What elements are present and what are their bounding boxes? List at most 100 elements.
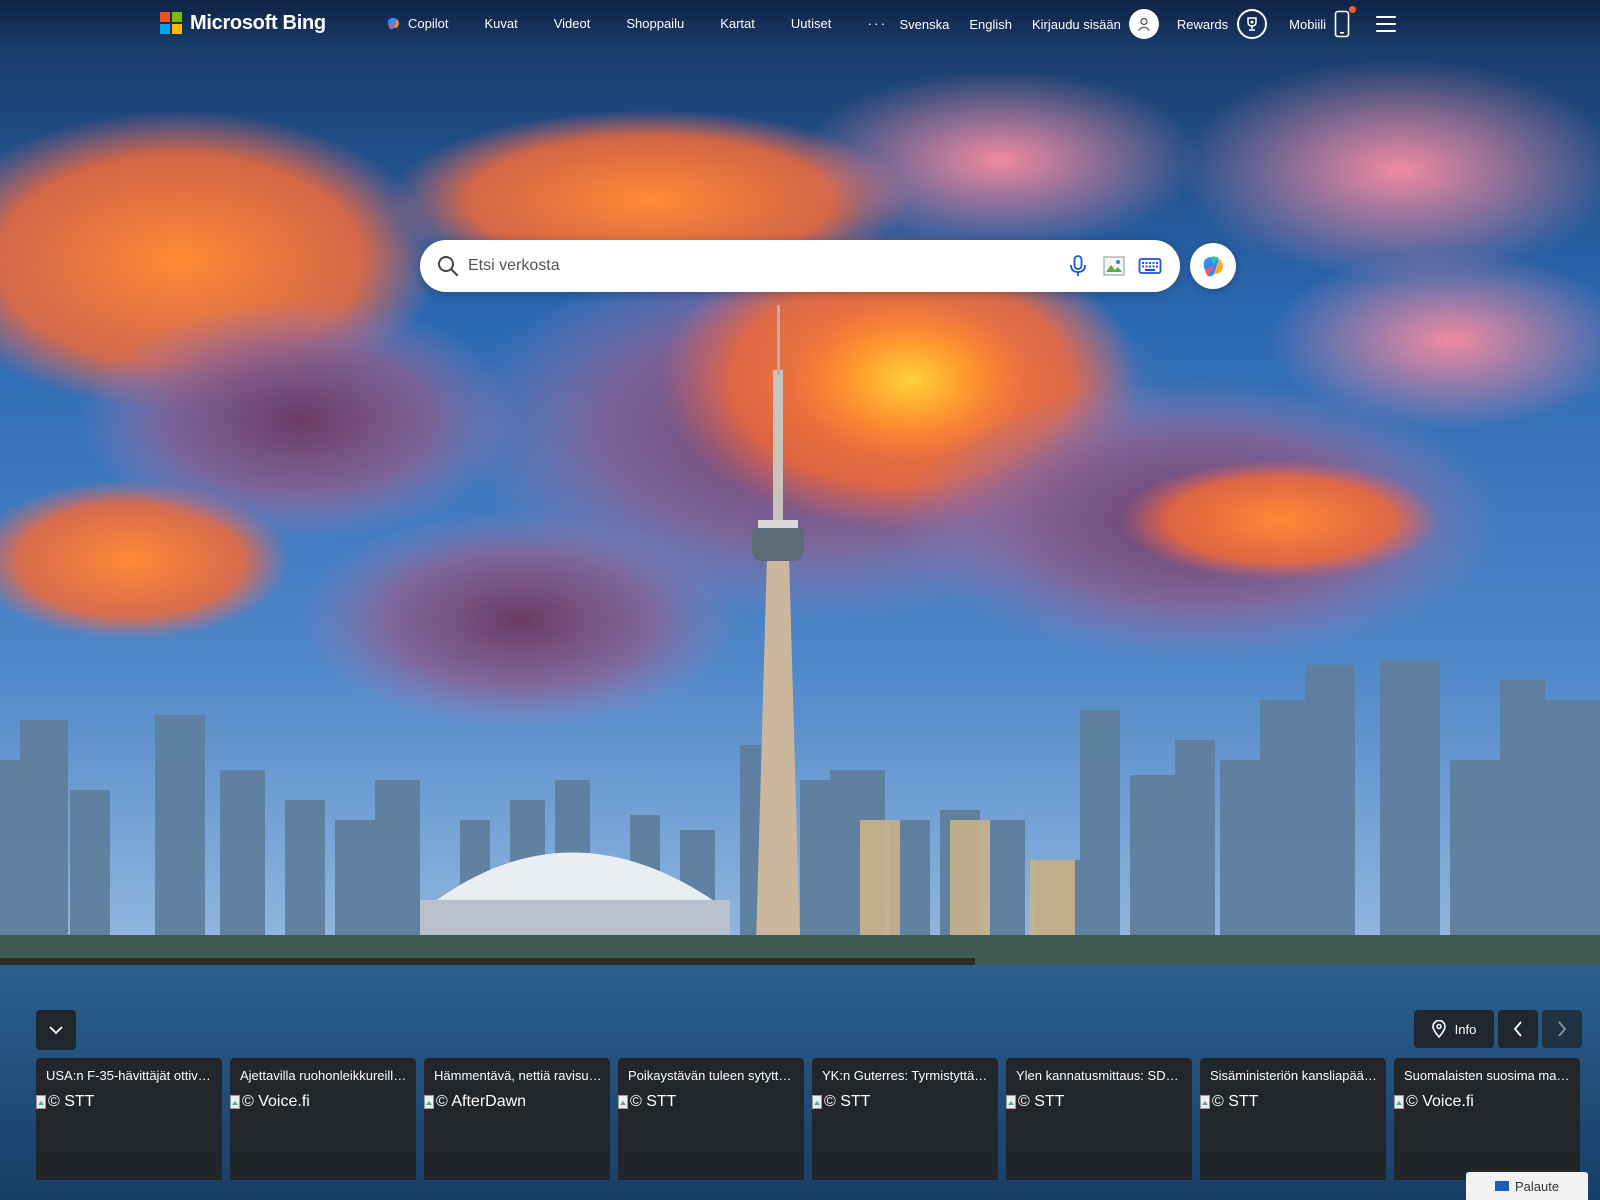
- broken-image-icon: [230, 1095, 240, 1109]
- news-source: © STT: [1200, 1093, 1258, 1111]
- news-source-label: © STT: [1018, 1093, 1065, 1110]
- news-card[interactable]: Sisäministeriön kansliapäällikkö… © STT: [1200, 1058, 1386, 1180]
- broken-image-icon: [1394, 1095, 1404, 1109]
- broken-image-icon: [812, 1095, 822, 1109]
- feedback-label: Palaute: [1514, 1178, 1560, 1194]
- copilot-icon: [387, 18, 399, 30]
- news-source-label: © Voice.fi: [242, 1093, 310, 1110]
- news-card[interactable]: Poikaystävän tuleen sytyttänyt… © STT: [618, 1058, 804, 1180]
- hamburger-icon[interactable]: [1376, 16, 1396, 32]
- news-source: © Voice.fi: [230, 1093, 310, 1111]
- nav-item-videos[interactable]: Videot: [554, 16, 591, 31]
- logo-square-yellow: [172, 24, 182, 34]
- news-source-label: © Voice.fi: [1406, 1093, 1474, 1110]
- chevron-right-icon: [1558, 1021, 1567, 1037]
- search-icon: [438, 256, 459, 277]
- news-source: © Voice.fi: [1394, 1093, 1474, 1111]
- nav-item-copilot[interactable]: Copilot: [385, 15, 448, 31]
- image-info-button[interactable]: Info: [1414, 1010, 1494, 1048]
- next-image-button[interactable]: [1542, 1010, 1582, 1048]
- broken-image-icon: [1006, 1095, 1016, 1109]
- news-card[interactable]: Ylen kannatusmittaus: SDP… © STT: [1006, 1058, 1192, 1180]
- news-source: © STT: [812, 1093, 870, 1111]
- news-card[interactable]: USA:n F-35-hävittäjät ottivat… © STT: [36, 1058, 222, 1180]
- logo-square-red: [160, 12, 170, 22]
- news-source: © STT: [618, 1093, 676, 1111]
- collapse-feed-button[interactable]: [36, 1010, 76, 1050]
- search-box: [420, 240, 1180, 292]
- info-label: Info: [1454, 1021, 1477, 1037]
- news-title: Suomalaisten suosima matka…: [1404, 1068, 1572, 1083]
- mobile-button[interactable]: Mobiili: [1289, 6, 1356, 38]
- location-pin-icon: [1431, 1020, 1446, 1038]
- phone-icon: [1334, 10, 1350, 38]
- news-carousel: USA:n F-35-hävittäjät ottivat… © STT Ajett…: [36, 1058, 1580, 1180]
- signin-button[interactable]: Kirjaudu sisään: [1032, 9, 1159, 39]
- logo-square-blue: [160, 24, 170, 34]
- rewards-label: Rewards: [1176, 16, 1229, 32]
- news-title: Ajettavilla ruohonleikkureilla…: [240, 1068, 408, 1083]
- feedback-icon: [1494, 1181, 1509, 1191]
- microphone-icon[interactable]: [1066, 254, 1090, 278]
- main-nav: Copilot Kuvat Videot Shoppailu Kartat Uu…: [385, 15, 887, 31]
- nav-item-images[interactable]: Kuvat: [484, 16, 517, 31]
- hamburger-line: [1376, 30, 1396, 32]
- nav-label-images: Kuvat: [484, 15, 518, 31]
- nav-label-news: Uutiset: [790, 15, 832, 31]
- microsoft-logo-icon: [160, 12, 182, 34]
- nav-item-shopping[interactable]: Shoppailu: [626, 16, 684, 31]
- signin-label: Kirjaudu sisään: [1031, 16, 1121, 32]
- news-title: USA:n F-35-hävittäjät ottivat…: [46, 1068, 214, 1083]
- hamburger-line: [1376, 16, 1396, 18]
- broken-image-icon: [424, 1095, 434, 1109]
- copilot-search-button[interactable]: [1190, 243, 1236, 289]
- copilot-icon: [1203, 256, 1223, 277]
- news-source: © STT: [1006, 1093, 1064, 1111]
- news-card[interactable]: Ajettavilla ruohonleikkureilla… © Voice.f…: [230, 1058, 416, 1180]
- news-source-label: © STT: [630, 1093, 677, 1110]
- notification-dot: [1349, 6, 1356, 13]
- news-card[interactable]: Hämmentävä, nettiä ravisuttava… © AfterDa…: [424, 1058, 610, 1180]
- top-header: Microsoft Bing Copilot Kuvat Videot Shop…: [0, 0, 1600, 50]
- news-title: Ylen kannatusmittaus: SDP…: [1016, 1068, 1184, 1083]
- news-source-label: © AfterDawn: [436, 1093, 527, 1110]
- header-right: Svenska English Kirjaudu sisään Rewards …: [899, 6, 1396, 40]
- keyboard-icon[interactable]: [1138, 254, 1162, 278]
- news-source-label: © STT: [48, 1093, 95, 1110]
- previous-image-button[interactable]: [1498, 1010, 1538, 1048]
- language-link-svenska[interactable]: Svenska: [899, 17, 949, 32]
- nav-label-shopping: Shoppailu: [626, 15, 685, 31]
- bing-homepage: Microsoft Bing Copilot Kuvat Videot Shop…: [0, 0, 1600, 1200]
- broken-image-icon: [1200, 1095, 1210, 1109]
- news-card[interactable]: YK:n Guterres: Tyrmistyttävä… © STT: [812, 1058, 998, 1180]
- news-title: Poikaystävän tuleen sytyttänyt…: [628, 1068, 796, 1083]
- hamburger-line: [1376, 23, 1396, 25]
- search-input[interactable]: [468, 252, 1038, 280]
- user-icon: [1128, 9, 1159, 39]
- mobile-label: Mobiili: [1289, 16, 1326, 32]
- news-source-label: © STT: [1212, 1093, 1259, 1110]
- chevron-down-icon: [49, 1026, 63, 1035]
- news-title: Sisäministeriön kansliapäällikkö…: [1210, 1068, 1378, 1083]
- news-source: © STT: [36, 1093, 94, 1111]
- trophy-icon: [1237, 9, 1268, 39]
- background-image: [0, 0, 1600, 1200]
- broken-image-icon: [618, 1095, 628, 1109]
- news-title: YK:n Guterres: Tyrmistyttävä…: [822, 1068, 990, 1083]
- news-card[interactable]: Suomalaisten suosima matka… © Voice.fi: [1394, 1058, 1580, 1180]
- logo-square-green: [172, 12, 182, 22]
- rewards-button[interactable]: Rewards: [1176, 9, 1268, 39]
- visual-search-icon[interactable]: [1102, 254, 1126, 278]
- nav-label-maps: Kartat: [720, 15, 755, 31]
- language-link-english[interactable]: English: [969, 17, 1012, 32]
- more-nav-button[interactable]: ···: [867, 15, 887, 31]
- brand-name: Microsoft Bing: [190, 11, 326, 34]
- news-source: © AfterDawn: [424, 1093, 526, 1111]
- feedback-button[interactable]: Palaute: [1466, 1172, 1588, 1200]
- bing-logo[interactable]: Microsoft Bing: [160, 11, 326, 35]
- nav-label-copilot: Copilot: [408, 15, 449, 31]
- nav-item-maps[interactable]: Kartat: [720, 16, 755, 31]
- news-source-label: © STT: [824, 1093, 871, 1110]
- nav-item-news[interactable]: Uutiset: [791, 16, 831, 31]
- news-title: Hämmentävä, nettiä ravisuttava…: [434, 1068, 602, 1083]
